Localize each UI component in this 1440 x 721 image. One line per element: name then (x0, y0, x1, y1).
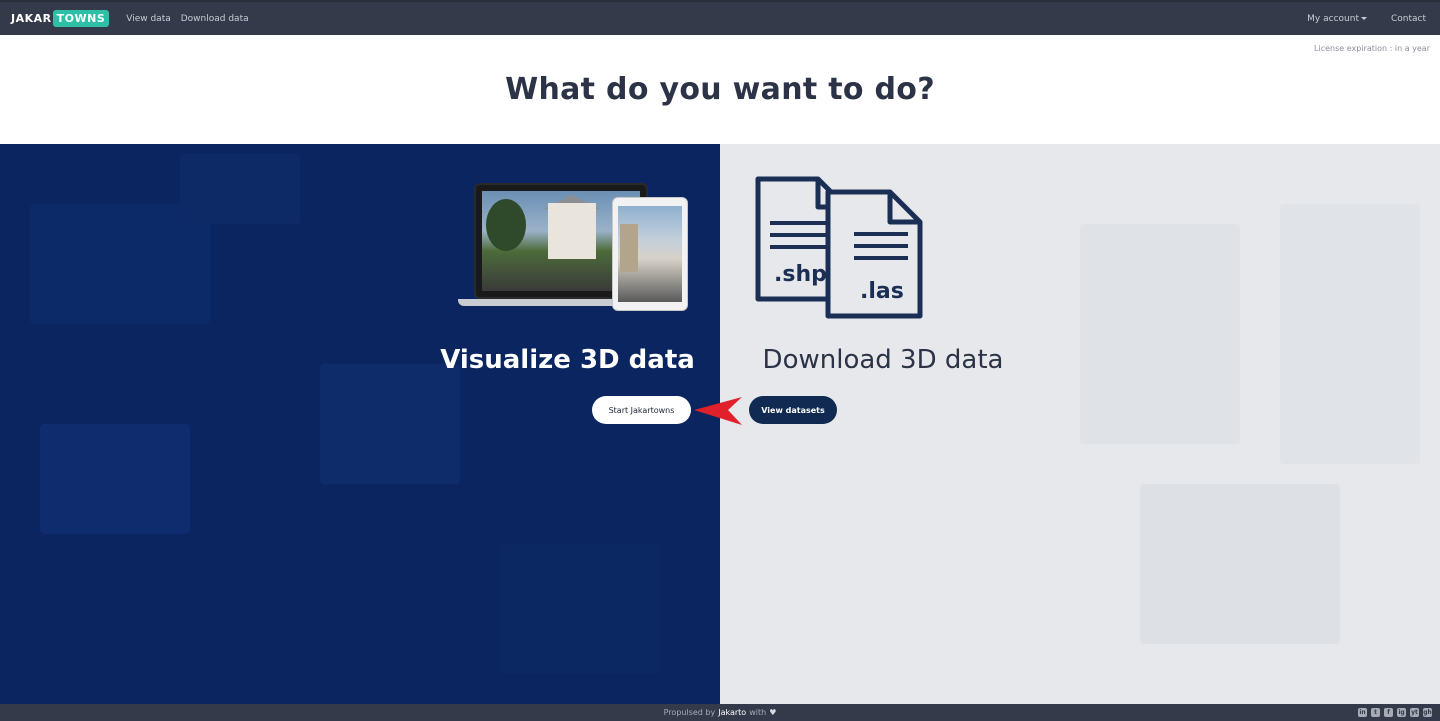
page-heading: What do you want to do? (505, 72, 935, 107)
background-texture (500, 544, 660, 674)
heart-icon: ♥ (769, 708, 777, 717)
app-logo[interactable]: JAKAR TOWNS (11, 1, 110, 36)
background-texture (40, 424, 190, 534)
license-expiration: License expiration : in a year (1314, 44, 1430, 53)
linkedin-icon[interactable]: in (1358, 708, 1367, 717)
caret-down-icon (1360, 16, 1367, 20)
facebook-icon[interactable]: f (1384, 708, 1393, 717)
nav-right-group: My account Contact (1283, 2, 1426, 35)
building-shape (620, 224, 638, 272)
page-footer: Propulsed by Jakarto with ♥ in t f ig yt… (0, 704, 1440, 721)
red-arrow-annotation-icon (694, 397, 742, 425)
twitter-icon[interactable]: t (1371, 708, 1380, 717)
instagram-icon[interactable]: ig (1397, 708, 1406, 717)
las-file-icon: .las (825, 189, 923, 319)
background-texture (180, 154, 300, 224)
visualize-title: Visualize 3D data (440, 345, 695, 375)
nav-link-download-data[interactable]: Download data (181, 14, 249, 24)
footer-brand-link[interactable]: Jakarto (718, 708, 746, 717)
my-account-label: My account (1307, 13, 1359, 24)
background-texture (1280, 204, 1420, 464)
footer-propulsed-text: Propulsed by (663, 708, 716, 717)
background-texture (1080, 224, 1240, 444)
tree-shape (486, 199, 526, 251)
tablet-street-view (618, 206, 682, 302)
tablet-mockup-image (612, 197, 688, 311)
logo-text-towns: TOWNS (52, 10, 110, 27)
las-extension-label: .las (860, 279, 904, 304)
nav-link-view-data[interactable]: View data (126, 14, 171, 24)
github-icon[interactable]: gh (1423, 708, 1432, 717)
background-texture (320, 364, 460, 484)
background-texture (1140, 484, 1340, 644)
top-navbar: JAKAR TOWNS View data Download data My a… (0, 0, 1440, 35)
view-datasets-button[interactable]: View datasets (749, 396, 837, 424)
house-shape (548, 203, 596, 259)
logo-text-jakar: JAKAR (11, 12, 52, 25)
download-title: Download 3D data (762, 345, 1004, 375)
nav-link-contact[interactable]: Contact (1391, 14, 1426, 24)
start-jakartowns-button[interactable]: Start Jakartowns (592, 396, 691, 424)
youtube-icon[interactable]: yt (1410, 708, 1419, 717)
shp-extension-label: .shp (774, 262, 827, 287)
social-links: in t f ig yt gh (1354, 704, 1432, 721)
footer-with-text: with (749, 708, 767, 717)
my-account-dropdown[interactable]: My account (1307, 14, 1367, 24)
